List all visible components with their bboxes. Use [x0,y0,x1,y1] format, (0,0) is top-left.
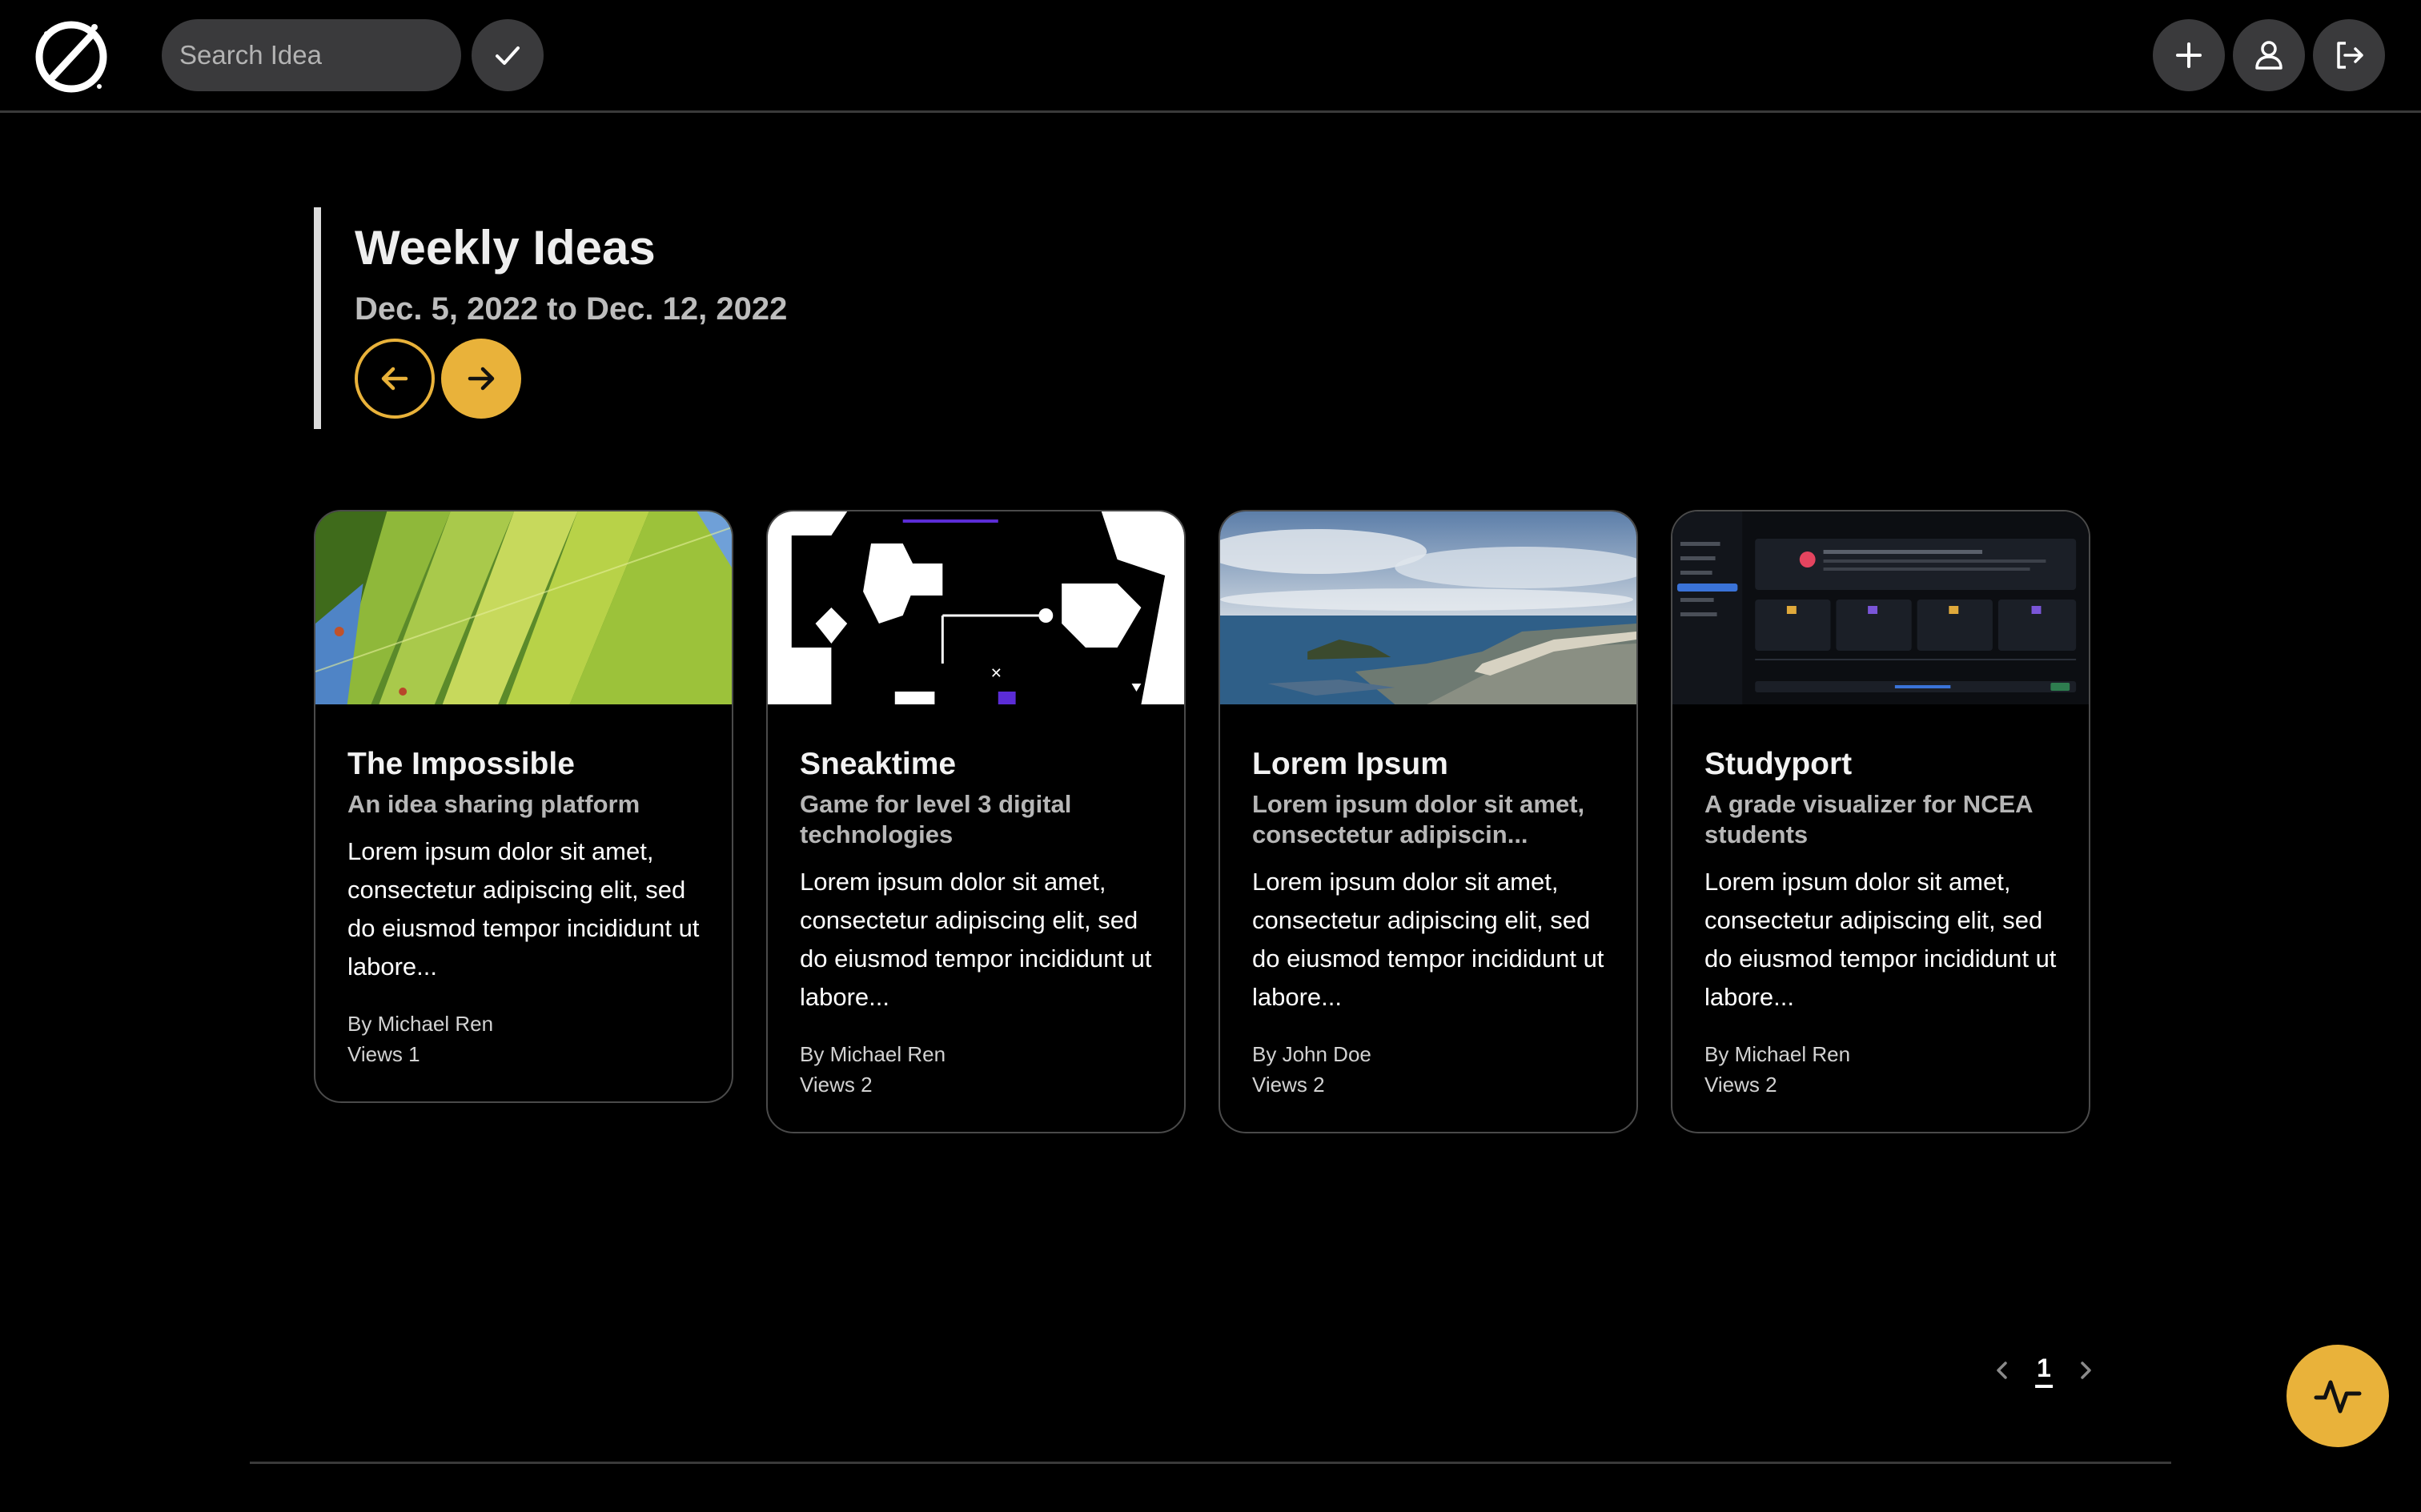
profile-button[interactable] [2233,19,2305,91]
idea-card[interactable]: ✕ Sneaktime Game for level 3 digital tec… [766,510,1186,1133]
footer-divider [250,1462,2171,1464]
card-description: Lorem ipsum dolor sit amet, consectetur … [347,837,700,981]
pagination: 1 [1990,1349,2098,1394]
activity-pulse-icon [2314,1380,2362,1414]
card-author: By Michael Ren [800,1042,946,1066]
weekly-ideas-header: Weekly Ideas Dec. 5, 2022 to Dec. 12, 20… [314,207,1034,429]
search-input[interactable] [162,19,461,91]
card-description: Lorem ipsum dolor sit amet, consectetur … [1252,868,1604,1011]
add-idea-button[interactable] [2153,19,2225,91]
idea-card[interactable]: Studyport A grade visualizer for NCEA st… [1671,510,2090,1133]
card-thumbnail-coast [1220,511,1636,704]
user-icon [2255,41,2282,70]
date-range: Dec. 5, 2022 to Dec. 12, 2022 [355,291,788,327]
card-views: Views 1 [347,1042,420,1066]
arrow-right-icon [468,367,495,391]
card-subtitle: An idea sharing platform [347,790,640,818]
logout-icon [2337,42,2363,69]
svg-text:✕: ✕ [990,665,1002,682]
next-week-button[interactable] [441,339,521,419]
card-subtitle: Lorem ipsum dolor sit amet, consectetur … [1252,790,1585,848]
card-subtitle: Game for level 3 digital technologies [800,790,1072,848]
card-subtitle: A grade visualizer for NCEA students [1704,790,2033,848]
card-description: Lorem ipsum dolor sit amet, consectetur … [1704,868,2057,1011]
top-bar [0,0,2421,113]
page-number-current[interactable]: 1 [2035,1354,2053,1388]
activity-button[interactable] [2286,1345,2389,1447]
page-title: Weekly Ideas [355,221,656,275]
check-icon [496,46,520,65]
card-thumbnail-dashboard [1672,511,2089,704]
card-thumbnail-leaves [315,511,732,704]
card-views: Views 2 [800,1073,873,1097]
plus-icon [2176,42,2202,68]
card-title: Studyport [1704,747,1853,781]
week-navigation [355,339,1034,419]
chevron-right-icon[interactable] [2074,1358,2098,1382]
card-author: By John Doe [1252,1042,1371,1066]
arrow-left-icon [381,367,408,391]
card-title: Sneaktime [800,747,957,781]
idea-card[interactable]: Lorem Ipsum Lorem ipsum dolor sit amet, … [1219,510,1638,1133]
idea-card[interactable]: The Impossible An idea sharing platform … [314,510,733,1103]
search-confirm-button[interactable] [472,19,544,91]
planet-logo-icon[interactable] [29,13,114,98]
card-views: Views 2 [1252,1073,1325,1097]
card-title: The Impossible [347,747,575,781]
logout-button[interactable] [2313,19,2385,91]
card-author: By Michael Ren [1704,1042,1851,1066]
card-description: Lorem ipsum dolor sit amet, consectetur … [800,868,1152,1011]
card-author: By Michael Ren [347,1012,494,1036]
previous-week-button[interactable] [355,339,435,419]
chevron-left-icon[interactable] [1990,1358,2014,1382]
card-thumbnail-game: ✕ [768,511,1184,704]
card-title: Lorem Ipsum [1252,747,1448,781]
card-views: Views 2 [1704,1073,1777,1097]
